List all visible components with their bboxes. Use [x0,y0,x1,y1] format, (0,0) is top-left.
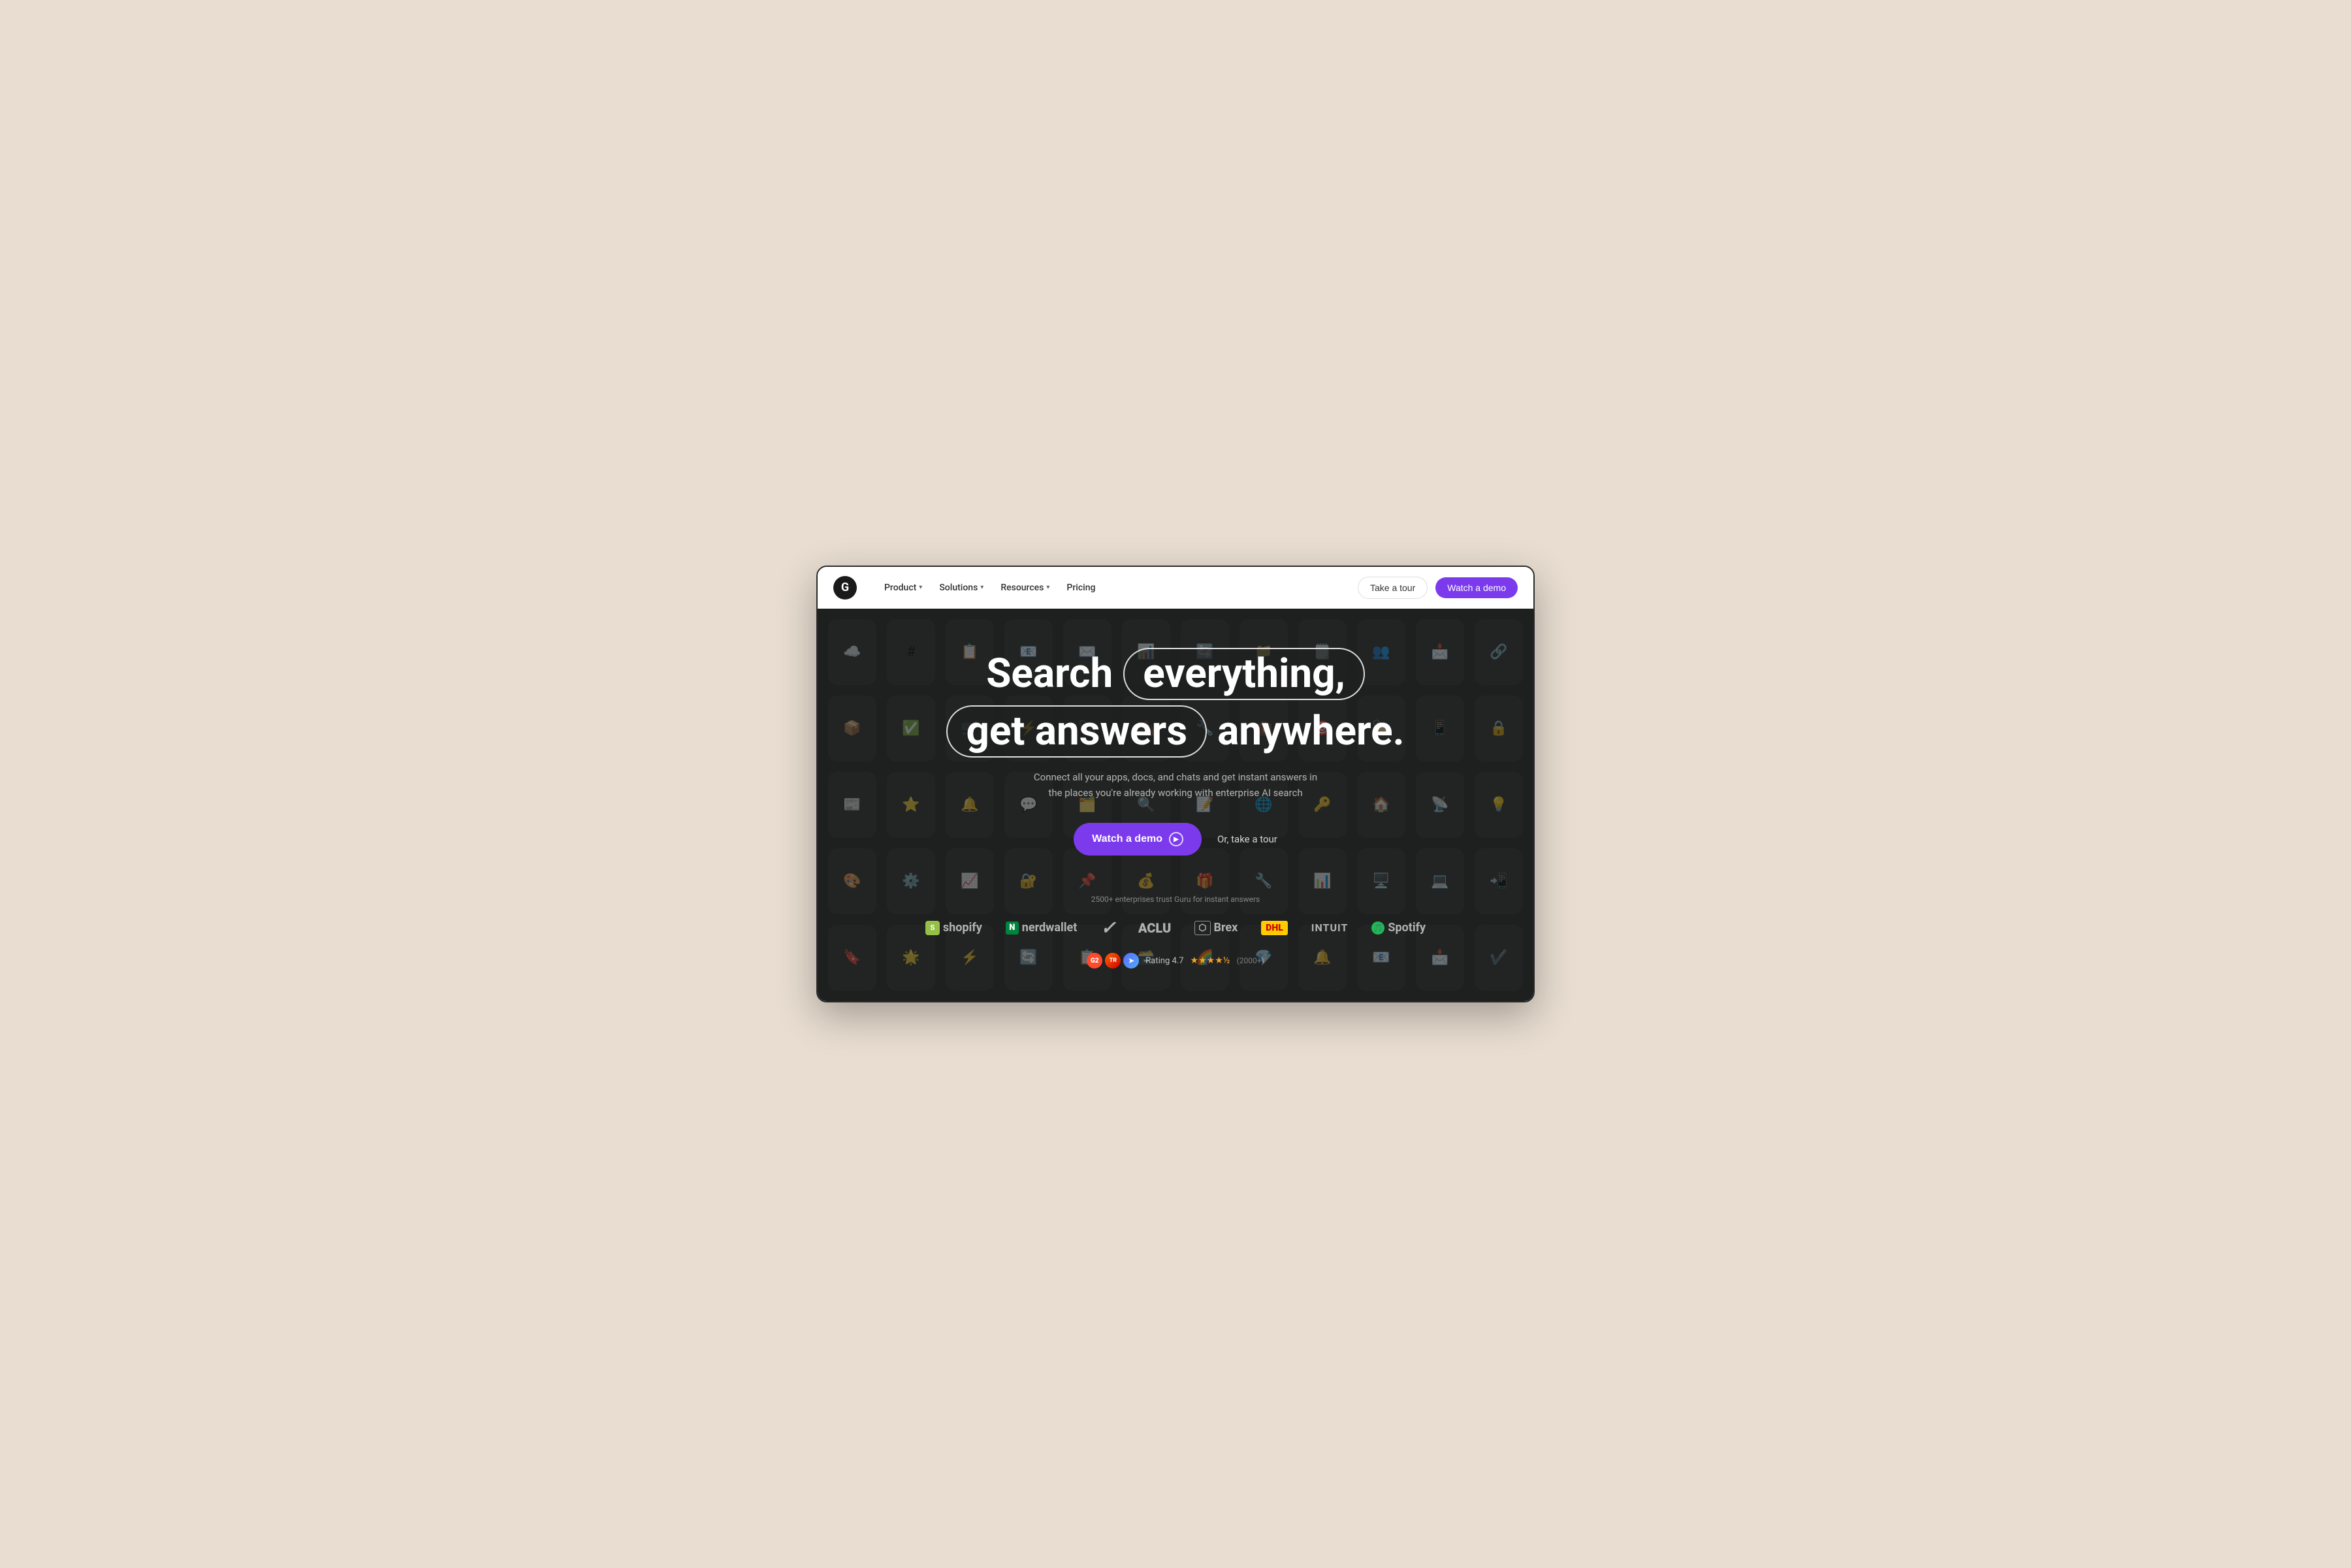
cta-row: Watch a demo ▶ Or, take a tour [1074,823,1277,856]
rating-row: G2 TR ➤ Rating 4.7 ★★★★½ (2000+) [831,953,1520,968]
watch-demo-button[interactable]: Watch a demo ▶ [1074,823,1202,856]
icon-cell: 📰 [828,772,876,838]
trustradius-badge: TR [1105,953,1121,968]
logo-dhl: DHL [1261,921,1287,935]
icon-cell: ⭐ [887,772,935,838]
logo-brex: ⬡ Brex [1194,921,1238,935]
headline-line1: Search everything, [946,648,1404,700]
nav-items: Product ▾ Solutions ▾ Resources ▾ Pricin… [878,579,1337,597]
play-icon: ▶ [1169,832,1183,846]
dhl-icon: DHL [1261,921,1287,935]
nav-item-resources[interactable]: Resources ▾ [994,579,1056,597]
search-text: Search [986,652,1113,696]
icon-cell: ☁️ [828,619,876,685]
logo-intuit: INTUIT [1311,921,1349,934]
rating-label: Rating 4.7 [1145,956,1183,966]
take-tour-text-link[interactable]: Or, take a tour [1217,833,1277,845]
take-tour-button[interactable]: Take a tour [1358,577,1428,599]
logo-nerdwallet: N nerdwallet [1006,921,1078,935]
trust-section: 2500+ enterprises trust Guru for instant… [831,895,1520,968]
brex-icon: ⬡ [1194,921,1210,935]
nerdwallet-icon: N [1006,921,1019,935]
everything-pill: everything, [1123,648,1365,700]
rating-stars: ★★★★½ [1191,955,1230,966]
chevron-down-icon: ▾ [1046,584,1049,591]
icon-cell: 🏠 [1357,772,1405,838]
shopify-icon: S [925,921,940,935]
icon-cell: 📱 [1416,696,1464,761]
icon-cell: 🔗 [1475,619,1523,685]
trust-text: 2500+ enterprises trust Guru for instant… [831,895,1520,904]
icon-cell: 🔔 [946,772,994,838]
chevron-down-icon: ▾ [919,584,922,591]
capterra-badge: ➤ [1123,953,1139,968]
icon-cell: 🔒 [1475,696,1523,761]
logo-spotify: 🎵 Spotify [1371,921,1426,935]
logo-nike: ✓ [1100,917,1114,938]
rating-badges: G2 TR ➤ [1087,953,1139,968]
icon-cell: 📩 [1416,619,1464,685]
logo[interactable]: G [833,576,857,600]
icon-cell: 💡 [1475,772,1523,838]
rating-count: (2000+) [1237,956,1264,965]
nav-item-solutions[interactable]: Solutions ▾ [933,579,990,597]
nav-item-product[interactable]: Product ▾ [878,579,929,597]
get-answers-pill: get answers [946,705,1207,758]
nav-item-pricing[interactable]: Pricing [1060,579,1102,597]
nav-actions: Take a tour Watch a demo [1358,577,1518,599]
watch-demo-nav-button[interactable]: Watch a demo [1435,577,1518,598]
logo-shopify: S shopify [925,921,982,935]
g2-badge: G2 [1087,953,1102,968]
navbar: G Product ▾ Solutions ▾ Resources ▾ Pric… [818,567,1533,609]
hero-section: ☁️#📋📧✉️📊🔄📁🗒️👥📩🔗📦✅🛒⚡📎📤🔧💼🎯🏷️📱🔒📰⭐🔔💬🗂️🔍📝🌐🔑🏠📡… [818,609,1533,1001]
anywhere-text: anywhere. [1217,709,1404,754]
icon-cell: 📡 [1416,772,1464,838]
hero-subtext: Connect all your apps, docs, and chats a… [1032,769,1319,801]
chevron-down-icon: ▾ [980,584,984,591]
icon-cell: 📦 [828,696,876,761]
icon-cell: # [887,619,935,685]
headline-line2: get answers anywhere. [946,705,1404,758]
logo-aclu: ACLU [1138,920,1171,936]
logos-row: S shopify N nerdwallet ✓ ACLU ⬡ [831,917,1520,938]
headline: Search everything, get answers anywhere. [946,648,1404,758]
icon-cell: ✅ [887,696,935,761]
browser-window: G Product ▾ Solutions ▾ Resources ▾ Pric… [816,566,1535,1002]
spotify-icon: 🎵 [1371,921,1384,935]
